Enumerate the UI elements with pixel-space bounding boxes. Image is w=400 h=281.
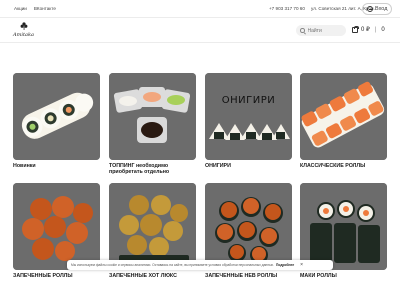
category-image bbox=[13, 73, 100, 160]
divider: | bbox=[374, 26, 377, 33]
top-bar: Акции ВКонтакте +7 903 317 70 60 ул. Сов… bbox=[0, 0, 400, 18]
category-image bbox=[109, 183, 196, 270]
favorites-count[interactable]: 0 bbox=[381, 27, 384, 33]
close-icon[interactable]: × bbox=[300, 262, 303, 268]
top-link-vk[interactable]: ВКонтакте bbox=[34, 6, 56, 11]
category-image bbox=[13, 183, 100, 270]
baked-rolls-photo bbox=[13, 183, 100, 270]
top-link-promo[interactable]: Акции bbox=[14, 6, 27, 11]
category-label: Новинки bbox=[13, 163, 36, 169]
category-card-onigiri[interactable]: ОНИГИРИ ОНИГИРИ bbox=[205, 73, 292, 169]
baked-nev-rolls-photo bbox=[205, 183, 292, 270]
onigiri-photo bbox=[205, 73, 292, 160]
category-label: ОНИГИРИ bbox=[205, 163, 231, 169]
classic-rolls-photo bbox=[300, 73, 387, 160]
cart-total[interactable]: 0 ₽ bbox=[361, 26, 370, 33]
main-header: Amitaka 0 ₽ | 0 bbox=[0, 19, 400, 43]
category-label: ЗАПЕЧЕННЫЕ ХОТ ЛЮКС bbox=[109, 273, 177, 279]
sushi-photo bbox=[13, 73, 100, 160]
category-image bbox=[300, 73, 387, 160]
category-image bbox=[109, 73, 196, 160]
category-image bbox=[205, 183, 292, 270]
topping-photo bbox=[109, 73, 196, 160]
login-icon bbox=[367, 6, 373, 12]
category-label: КЛАССИЧЕСКИЕ РОЛЛЫ bbox=[300, 163, 366, 169]
login-label: Вход bbox=[375, 6, 388, 12]
cookie-text: Мы используем файлы cookie и сервисы ана… bbox=[71, 263, 275, 267]
baked-hot-lux-photo bbox=[109, 183, 196, 270]
category-label: ЗАПЕЧЕННЫЕ РОЛЛЫ bbox=[13, 273, 73, 279]
logo-icon bbox=[20, 22, 28, 30]
logo-text: Amitaka bbox=[13, 32, 34, 38]
maki-rolls-photo bbox=[300, 183, 387, 270]
logo[interactable]: Amitaka bbox=[13, 22, 35, 42]
login-button[interactable]: Вход bbox=[362, 3, 393, 15]
category-card-topping[interactable]: ТОППИНГ необходимо приобретать отдельно bbox=[109, 73, 196, 176]
top-links: Акции ВКонтакте bbox=[14, 6, 56, 11]
search-box[interactable] bbox=[296, 25, 346, 36]
cookie-banner: Мы используем файлы cookie и сервисы ана… bbox=[67, 260, 333, 270]
search-input[interactable] bbox=[307, 27, 344, 34]
category-label: ЗАПЕЧЕННЫЕ НЕВ РОЛЛЫ bbox=[205, 273, 278, 279]
category-label: ТОППИНГ необходимо приобретать отдельно bbox=[109, 163, 170, 176]
cart-icon[interactable] bbox=[352, 25, 359, 33]
category-label: МАКИ РОЛЛЫ bbox=[300, 273, 337, 279]
search-icon bbox=[300, 28, 305, 33]
cookie-more-link[interactable]: Подробнее bbox=[276, 263, 294, 267]
phone-number[interactable]: +7 903 317 70 60 bbox=[269, 6, 305, 11]
category-image: ОНИГИРИ bbox=[205, 73, 292, 160]
onigiri-image-caption: ОНИГИРИ bbox=[221, 95, 276, 106]
category-card-classic-rolls[interactable]: КЛАССИЧЕСКИЕ РОЛЛЫ bbox=[300, 73, 387, 169]
header-actions: 0 ₽ | 0 bbox=[352, 25, 385, 33]
category-card-new[interactable]: Новинки bbox=[13, 73, 100, 169]
category-image bbox=[300, 183, 387, 270]
